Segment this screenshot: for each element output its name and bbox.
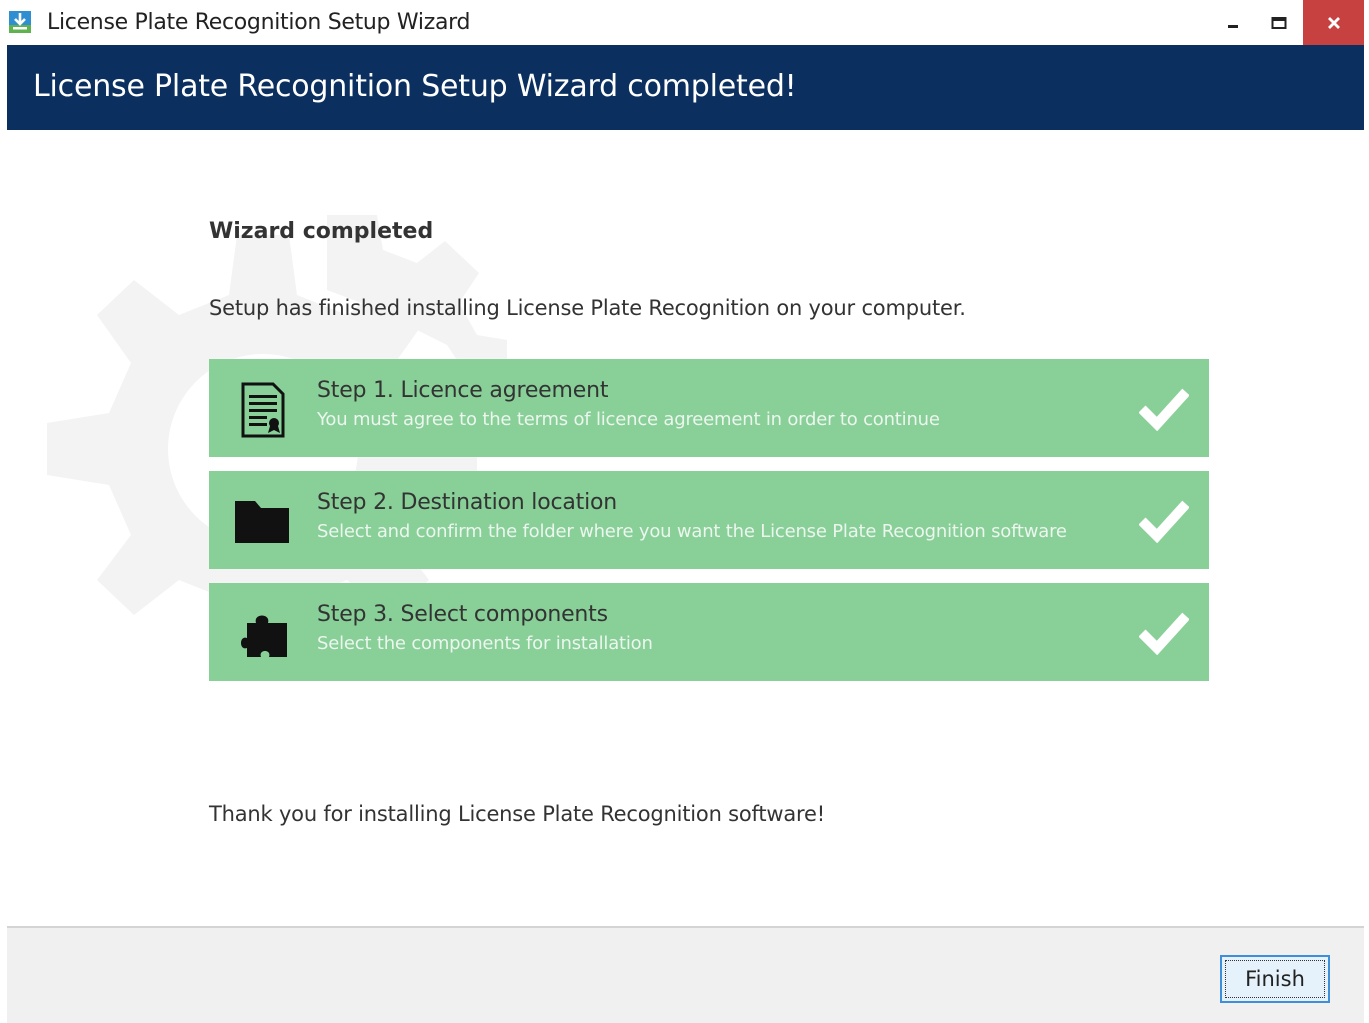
finish-button-label: Finish xyxy=(1245,967,1305,991)
step-description: Select and confirm the folder where you … xyxy=(317,521,1067,542)
document-icon xyxy=(241,382,285,438)
maximize-button[interactable] xyxy=(1256,0,1302,45)
step-destination-location: Step 2. Destination location Select and … xyxy=(209,471,1209,569)
wizard-header: License Plate Recognition Setup Wizard c… xyxy=(7,45,1364,130)
step-title: Step 1. Licence agreement xyxy=(317,378,609,403)
step-description: Select the components for installation xyxy=(317,633,653,654)
puzzle-icon xyxy=(241,615,287,657)
footer-bar: Finish xyxy=(7,926,1364,1023)
minimize-button[interactable] xyxy=(1210,0,1256,45)
finish-button[interactable]: Finish xyxy=(1220,955,1330,1003)
window-title: License Plate Recognition Setup Wizard xyxy=(47,10,471,35)
close-icon xyxy=(1327,16,1340,29)
installer-icon xyxy=(9,11,31,33)
title-bar[interactable]: License Plate Recognition Setup Wizard xyxy=(7,0,1364,45)
step-description: You must agree to the terms of licence a… xyxy=(317,409,940,430)
checkmark-icon xyxy=(1139,500,1189,543)
maximize-icon xyxy=(1271,16,1287,29)
step-title: Step 2. Destination location xyxy=(317,490,617,515)
close-button[interactable] xyxy=(1303,0,1364,45)
thank-you-text: Thank you for installing License Plate R… xyxy=(209,802,825,826)
minimize-icon xyxy=(1228,24,1238,28)
step-title: Step 3. Select components xyxy=(317,602,608,627)
step-select-components: Step 3. Select components Select the com… xyxy=(209,583,1209,681)
header-title: License Plate Recognition Setup Wizard c… xyxy=(33,69,797,104)
checkmark-icon xyxy=(1139,612,1189,655)
step-licence-agreement: Step 1. Licence agreement You must agree… xyxy=(209,359,1209,457)
setup-finished-text: Setup has finished installing License Pl… xyxy=(209,296,966,320)
folder-icon xyxy=(235,501,289,543)
wizard-completed-heading: Wizard completed xyxy=(209,219,434,244)
checkmark-icon xyxy=(1139,388,1189,431)
setup-wizard-window: License Plate Recognition Setup Wizard L… xyxy=(7,0,1364,1023)
